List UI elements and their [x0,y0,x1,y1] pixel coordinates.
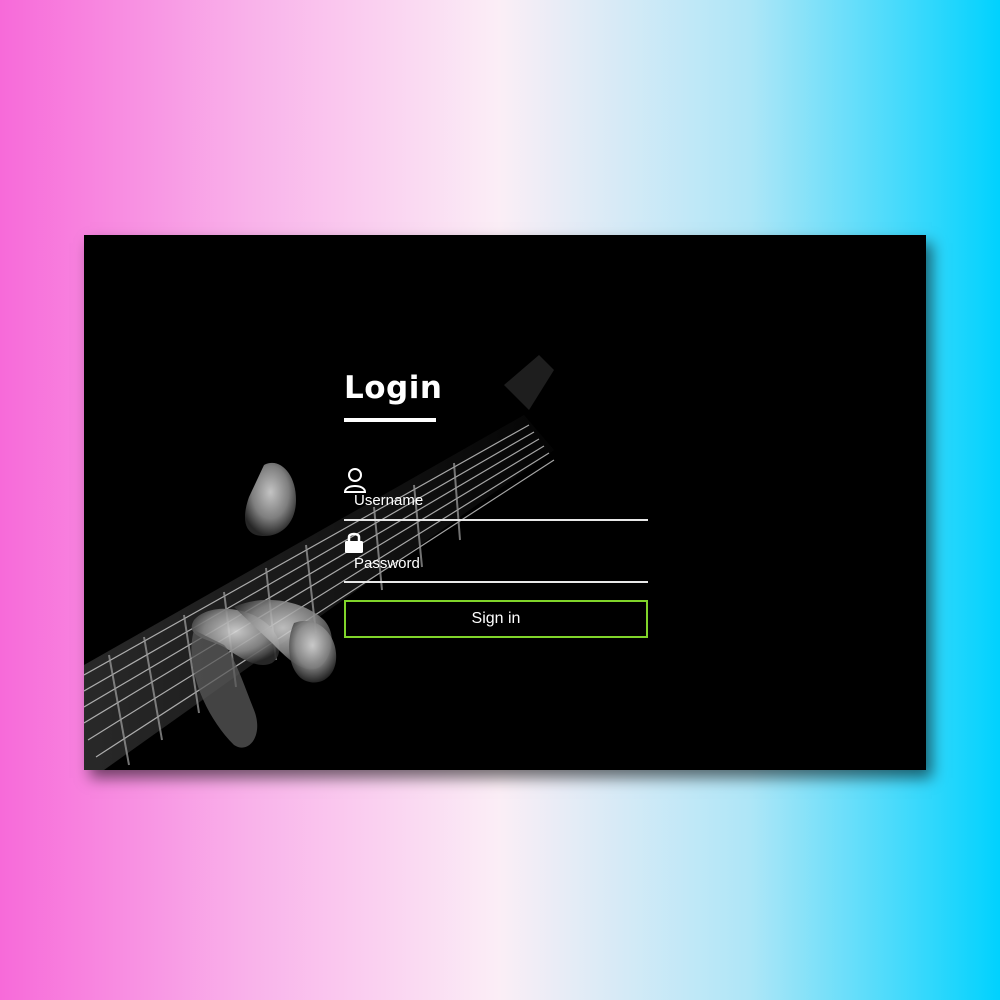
login-form: Login Username Password Sign in [344,235,650,770]
page-title: Login [344,370,443,406]
password-label: Password [354,555,420,572]
title-underline [344,418,436,422]
username-underline [344,519,648,521]
username-field[interactable]: Username [344,467,648,523]
login-card: Login Username Password Sign in [84,235,926,770]
user-icon [344,468,367,493]
lock-icon [345,532,363,553]
password-field[interactable]: Password [344,531,648,584]
signin-button[interactable]: Sign in [344,600,648,638]
username-label: Username [354,492,424,509]
password-underline [344,581,648,583]
